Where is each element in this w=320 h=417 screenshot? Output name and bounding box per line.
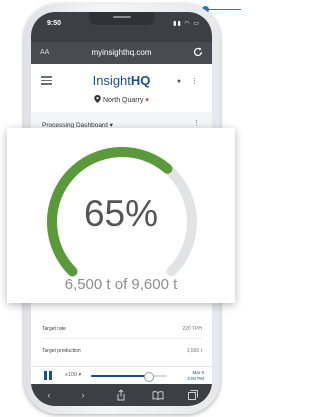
back-icon[interactable]: ‹ bbox=[43, 389, 55, 401]
location-pin-icon bbox=[94, 95, 101, 103]
table-row: Target rate 220 TPH bbox=[42, 326, 202, 338]
location-name: North Quarry bbox=[103, 97, 144, 104]
chevron-down-icon: ▾ bbox=[78, 372, 82, 378]
timeline-slider[interactable] bbox=[91, 372, 167, 382]
more-options-icon[interactable]: ⋮ bbox=[193, 119, 200, 127]
bookmarks-icon[interactable] bbox=[152, 389, 164, 401]
pause-icon[interactable] bbox=[44, 371, 53, 380]
location-selector[interactable]: North Quarry ▾ bbox=[31, 95, 212, 104]
browser-toolbar: ‹ › bbox=[31, 384, 212, 406]
url-text[interactable]: myinsighthq.com bbox=[31, 48, 212, 57]
row-value: 1,565 t bbox=[186, 348, 202, 354]
status-time: 9:50 bbox=[47, 20, 62, 27]
phone-notch bbox=[89, 12, 155, 25]
callout-line bbox=[206, 9, 241, 10]
chevron-down-icon: ▾ bbox=[145, 97, 149, 104]
browser-url-bar[interactable]: AA myinsighthq.com bbox=[31, 42, 212, 64]
reload-icon[interactable] bbox=[192, 46, 204, 58]
playback-date: Mar 8 3:00 PM bbox=[187, 370, 204, 381]
header-actions-icon[interactable]: ● ⋮ bbox=[177, 77, 202, 85]
app-header: InsightHQ ● ⋮ North Quarry ▾ bbox=[31, 64, 212, 113]
gauge-percent: 65% bbox=[83, 193, 159, 234]
speed-selector[interactable]: x100 ▾ bbox=[65, 372, 81, 378]
speaker-grille bbox=[113, 16, 131, 18]
timeline-handle[interactable] bbox=[144, 372, 154, 382]
tabs-icon[interactable] bbox=[187, 389, 199, 401]
row-divider bbox=[42, 338, 202, 339]
signal-battery-icons: ▮▮ ◠ ▭ bbox=[173, 21, 200, 27]
share-icon[interactable] bbox=[115, 389, 127, 401]
metrics-table: Target rate 220 TPH Target production 1,… bbox=[31, 312, 212, 366]
table-row: Target production 1,565 t bbox=[42, 348, 202, 360]
timeline-progress bbox=[91, 375, 148, 377]
row-label: Target rate bbox=[42, 326, 66, 332]
forward-icon[interactable]: › bbox=[77, 389, 89, 401]
status-bar: 9:50 ▮▮ ◠ ▭ bbox=[31, 12, 212, 42]
playback-bar: x100 ▾ Mar 8 3:00 PM bbox=[31, 366, 212, 385]
row-value: 220 TPH bbox=[182, 326, 202, 332]
gauge-subtitle: 6,500 t of 9,600 t bbox=[64, 276, 178, 293]
gauge-card: 65% 6,500 t of 9,600 t bbox=[7, 128, 235, 303]
row-label: Target production bbox=[42, 348, 81, 354]
